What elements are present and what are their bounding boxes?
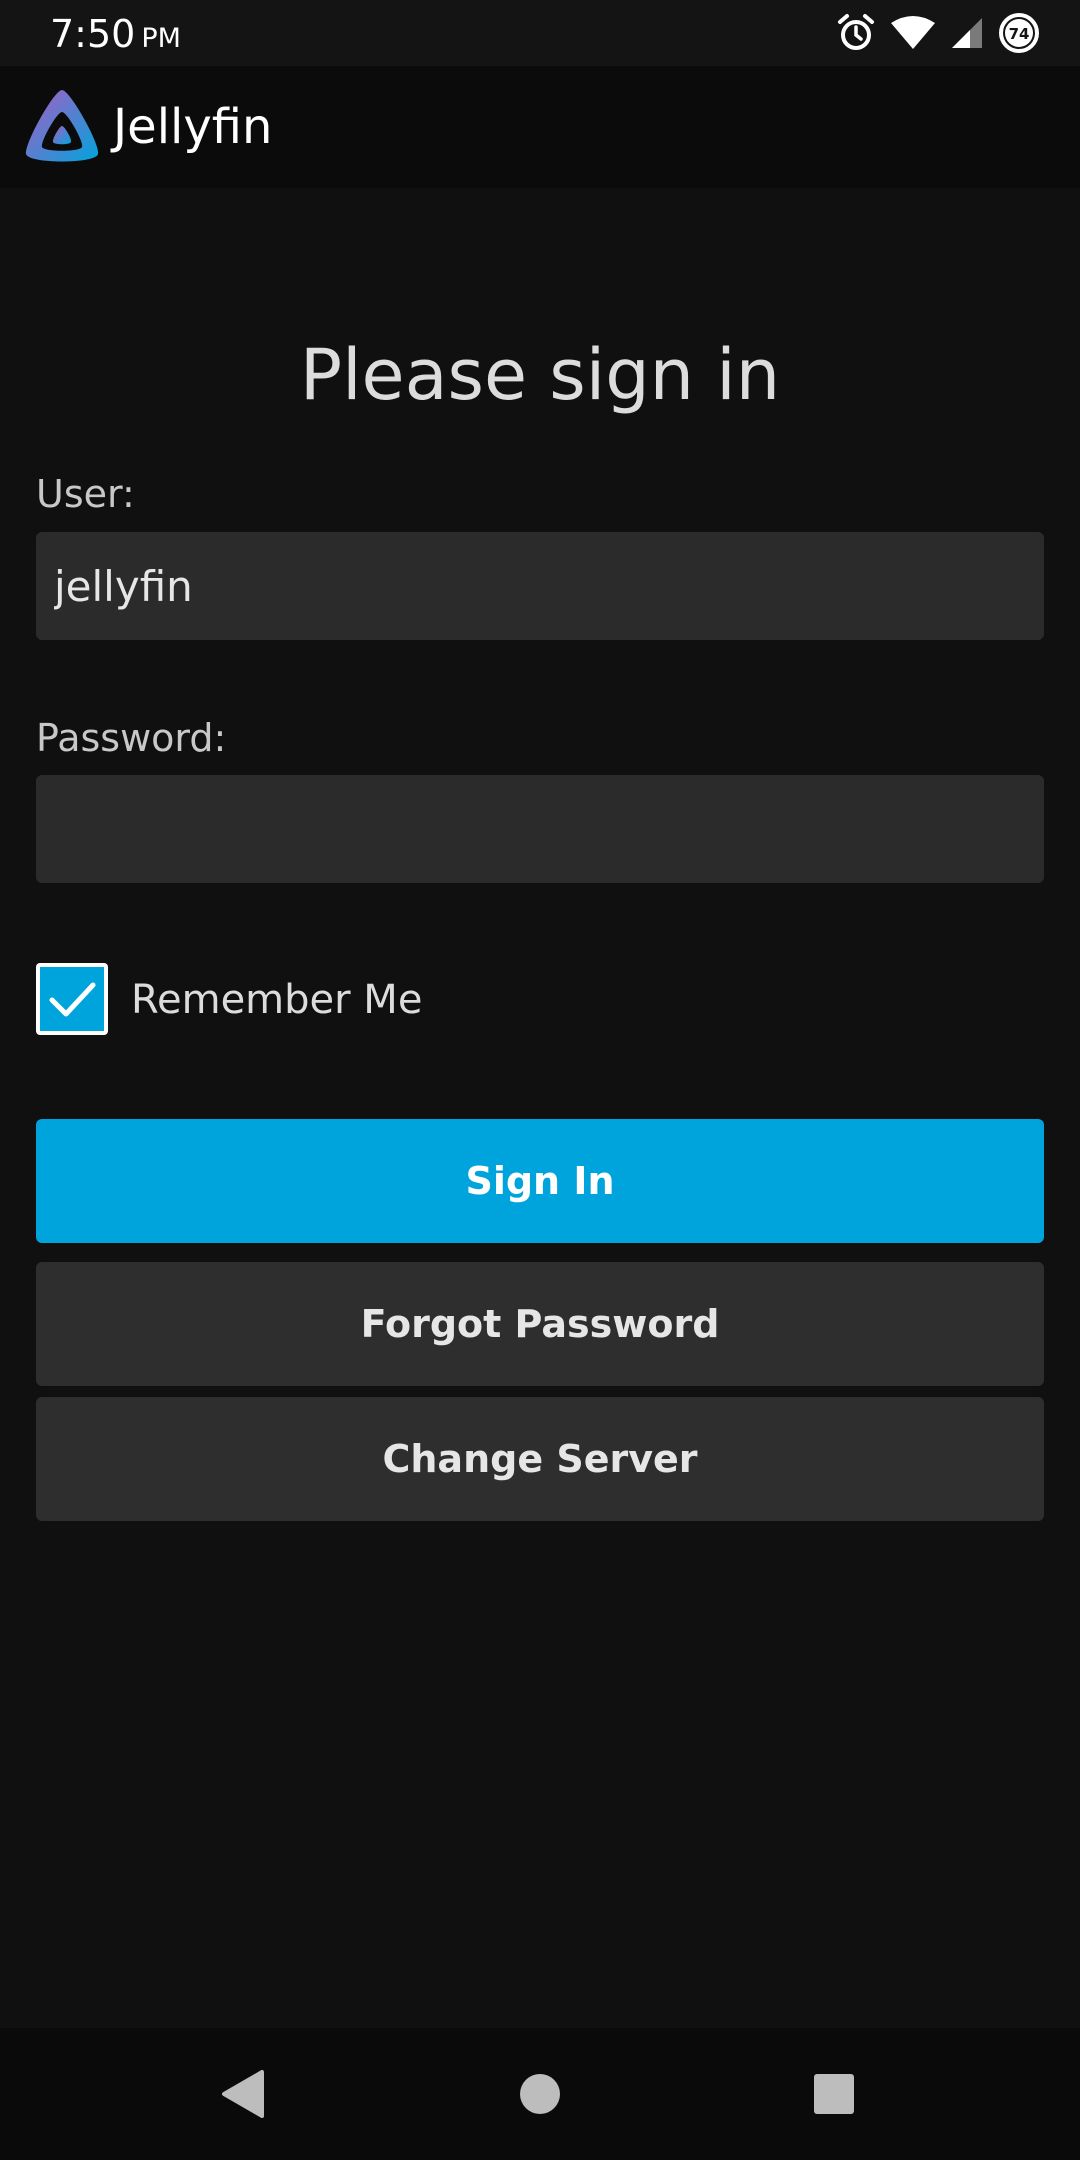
status-ampm: PM [141,23,181,54]
wifi-icon [890,15,936,51]
recents-icon[interactable] [794,2054,874,2134]
status-icons: 74 [836,11,1040,55]
sign-in-button[interactable]: Sign In [36,1119,1044,1243]
status-time: 7:50 [50,12,136,56]
page-title: Please sign in [299,334,781,416]
user-label: User: [36,472,135,516]
remember-me-label[interactable]: Remember Me [131,975,422,1025]
home-icon[interactable] [500,2054,580,2134]
app-title: Jellyfin [113,99,273,155]
sign-in-screen: 7:50 PM 74 Jellyfin Please sign in User:… [0,0,1080,2160]
navigation-bar [0,2028,1080,2160]
status-clock: 7:50 PM [50,8,181,65]
checkmark-icon [49,982,96,1017]
back-icon[interactable] [204,2054,284,2134]
user-input[interactable] [36,532,1044,640]
jellyfin-logo-icon [20,86,104,170]
battery-icon: 74 [998,12,1040,54]
battery-level: 74 [1009,25,1030,43]
cell-signal-icon [950,16,984,50]
status-bar: 7:50 PM 74 [0,0,1080,66]
change-server-button[interactable]: Change Server [36,1397,1044,1521]
app-bar: Jellyfin [0,66,1080,188]
password-label: Password: [36,716,227,760]
password-input[interactable] [36,775,1044,883]
alarm-icon [836,13,876,53]
forgot-password-button[interactable]: Forgot Password [36,1262,1044,1386]
remember-me-checkbox[interactable] [36,963,108,1035]
